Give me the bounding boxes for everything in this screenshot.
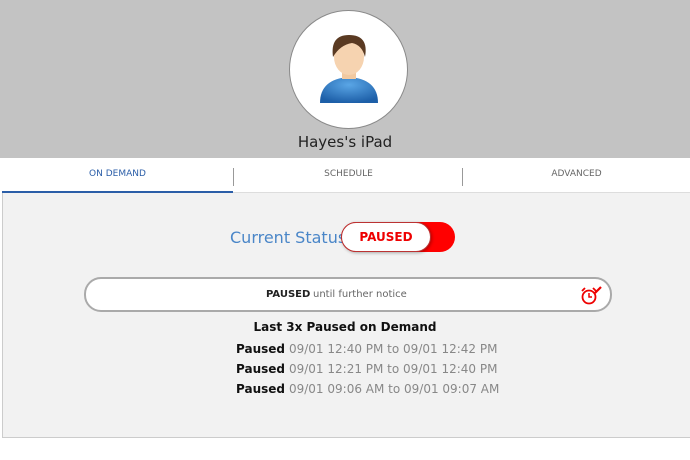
history-row: Paused 09/01 12:40 PM to 09/01 12:42 PM [236, 342, 497, 356]
history-range: 09/01 12:21 PM to 09/01 12:40 PM [288, 362, 498, 376]
pause-toggle-label: PAUSED [341, 222, 431, 252]
pause-toggle[interactable]: PAUSED [341, 222, 455, 252]
history-label: Paused [236, 342, 285, 356]
pause-notice: PAUSED until further notice [84, 277, 612, 312]
tab-schedule[interactable]: SCHEDULE [234, 158, 463, 193]
profile-header: Hayes's iPad [0, 0, 690, 158]
history-range: 09/01 09:06 AM to 09/01 09:07 AM [288, 382, 500, 396]
notice-status: PAUSED [266, 289, 311, 300]
history-row: Paused 09/01 12:21 PM to 09/01 12:40 PM [236, 362, 497, 376]
history-label: Paused [236, 362, 285, 376]
tab-advanced[interactable]: ADVANCED [463, 158, 690, 193]
history-row: Paused 09/01 09:06 AM to 09/01 09:07 AM [236, 382, 499, 396]
tab-bar: ON DEMAND SCHEDULE ADVANCED [2, 158, 690, 193]
alarm-clock-edit-icon[interactable] [580, 284, 602, 306]
current-status-label: Current Status: [230, 228, 352, 247]
notice-text: until further notice [313, 289, 407, 300]
avatar[interactable] [289, 10, 408, 129]
history-label: Paused [236, 382, 285, 396]
history-range: 09/01 12:40 PM to 09/01 12:42 PM [288, 342, 498, 356]
history-title: Last 3x Paused on Demand [253, 320, 437, 334]
device-name: Hayes's iPad [297, 133, 393, 151]
tab-on-demand[interactable]: ON DEMAND [2, 158, 233, 193]
user-avatar-icon [320, 35, 378, 103]
